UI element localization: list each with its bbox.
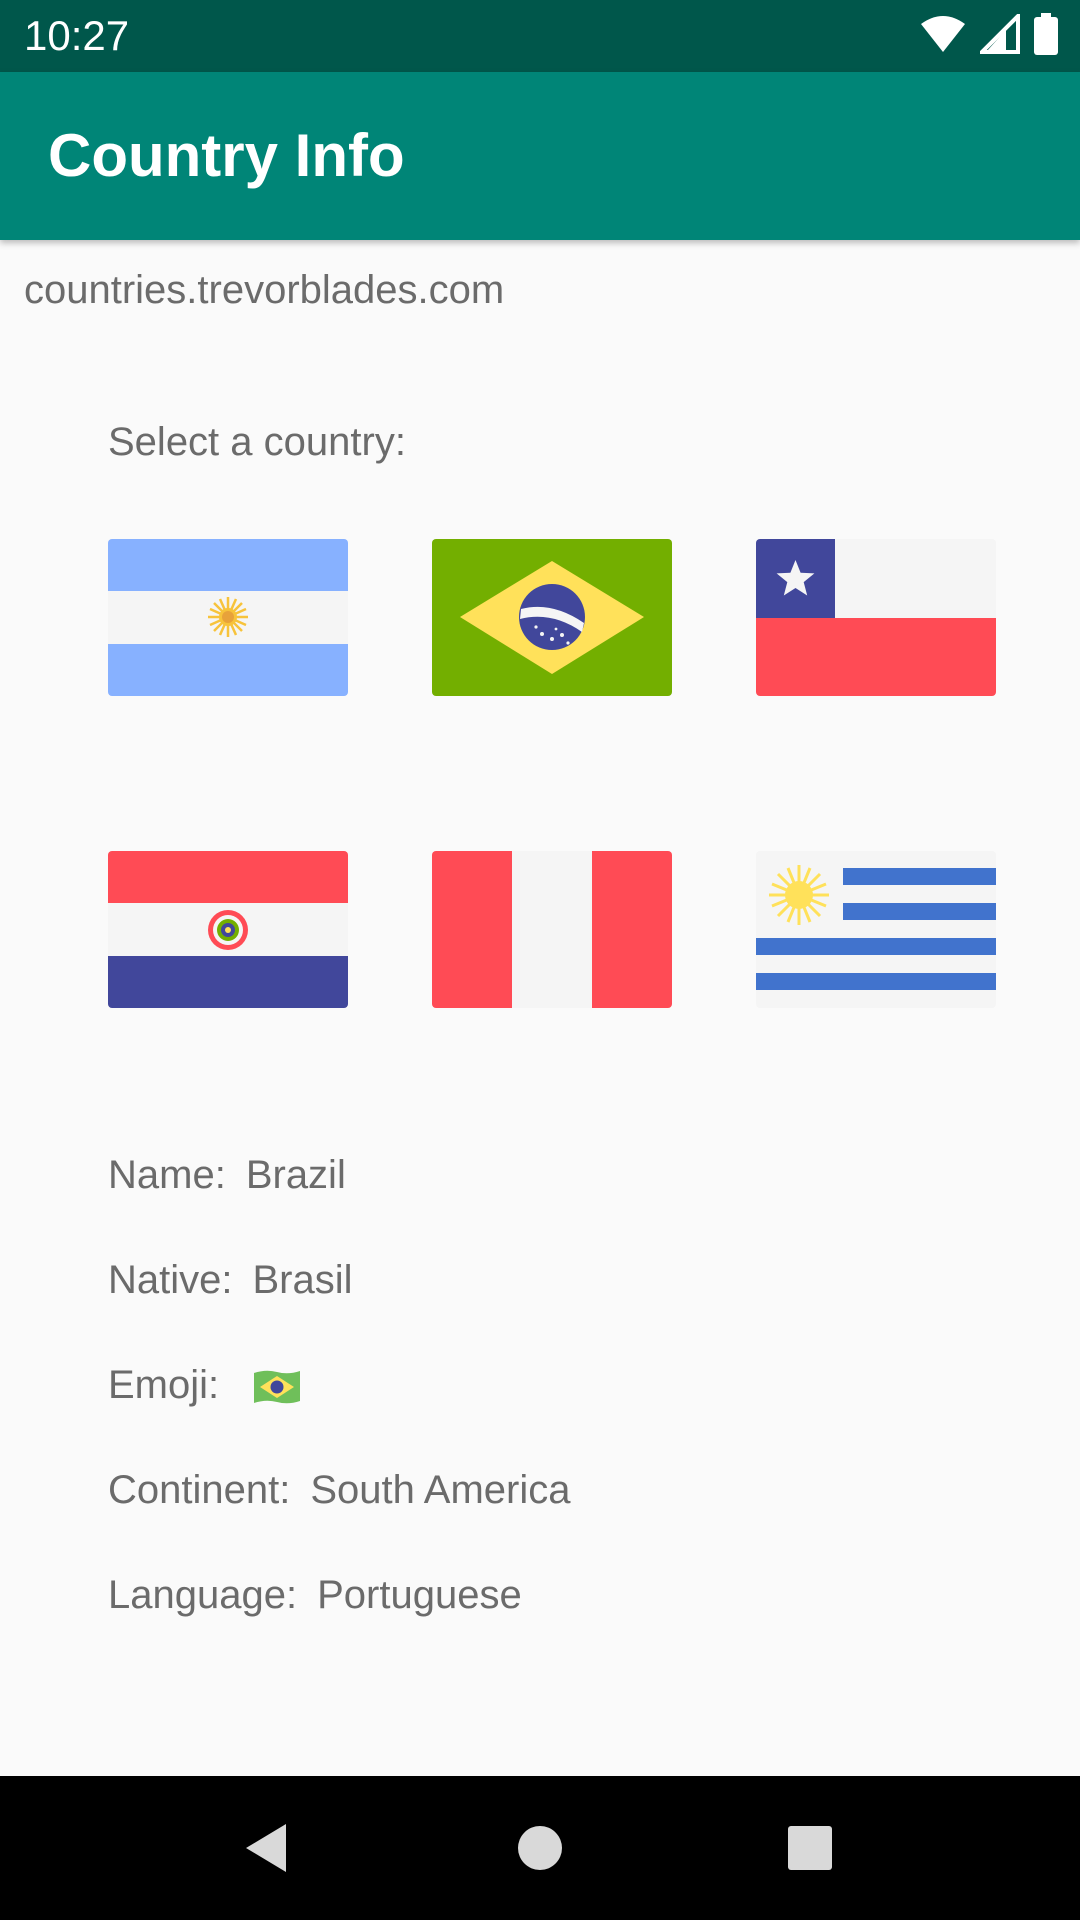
brazil-flag-button[interactable]	[432, 539, 672, 696]
language-value: Portuguese	[317, 1573, 522, 1617]
brazil-flag-icon	[432, 539, 672, 696]
continent-row: Continent: South America	[108, 1468, 570, 1513]
uruguay-flag-icon	[756, 851, 996, 1008]
chile-flag-icon	[756, 539, 996, 696]
peru-flag-button[interactable]	[432, 851, 672, 1008]
paraguay-flag-icon	[108, 851, 348, 1008]
paraguay-flag-button[interactable]	[108, 851, 348, 1008]
status-bar: 10:27	[0, 0, 1080, 72]
continent-label: Continent:	[108, 1468, 291, 1512]
recents-button[interactable]	[738, 1776, 882, 1920]
app-title: Country Info	[48, 122, 405, 189]
emoji-row: Emoji:	[108, 1363, 302, 1408]
argentina-flag-icon	[108, 539, 348, 696]
source-url: countries.trevorblades.com	[24, 268, 505, 312]
wifi-icon	[920, 14, 966, 59]
native-label: Native:	[108, 1258, 233, 1302]
back-button[interactable]	[196, 1776, 340, 1920]
name-label: Name:	[108, 1153, 226, 1197]
battery-icon	[1034, 12, 1058, 60]
status-time: 10:27	[24, 12, 130, 59]
recents-square-icon	[788, 1826, 832, 1870]
home-button[interactable]	[468, 1776, 612, 1920]
continent-value: South America	[310, 1468, 571, 1512]
select-country-label: Select a country:	[108, 420, 406, 464]
emoji-label: Emoji:	[108, 1363, 220, 1407]
back-triangle-icon	[246, 1824, 286, 1872]
status-icons	[920, 10, 1058, 60]
uruguay-flag-button[interactable]	[756, 851, 996, 1008]
native-value: Brasil	[252, 1258, 353, 1302]
navigation-bar	[0, 1776, 1080, 1920]
app-bar: Country Info	[0, 72, 1080, 240]
chile-flag-button[interactable]	[756, 539, 996, 696]
brazil-flag-emoji-icon	[252, 1369, 302, 1405]
argentina-flag-button[interactable]	[108, 539, 348, 696]
name-value: Brazil	[245, 1153, 346, 1197]
native-row: Native: Brasil	[108, 1258, 353, 1303]
cell-signal-icon	[977, 10, 1020, 59]
language-label: Language:	[108, 1573, 298, 1617]
language-row: Language: Portuguese	[108, 1573, 522, 1618]
home-circle-icon	[518, 1826, 562, 1870]
name-row: Name: Brazil	[108, 1153, 346, 1198]
peru-flag-icon	[432, 851, 672, 1008]
